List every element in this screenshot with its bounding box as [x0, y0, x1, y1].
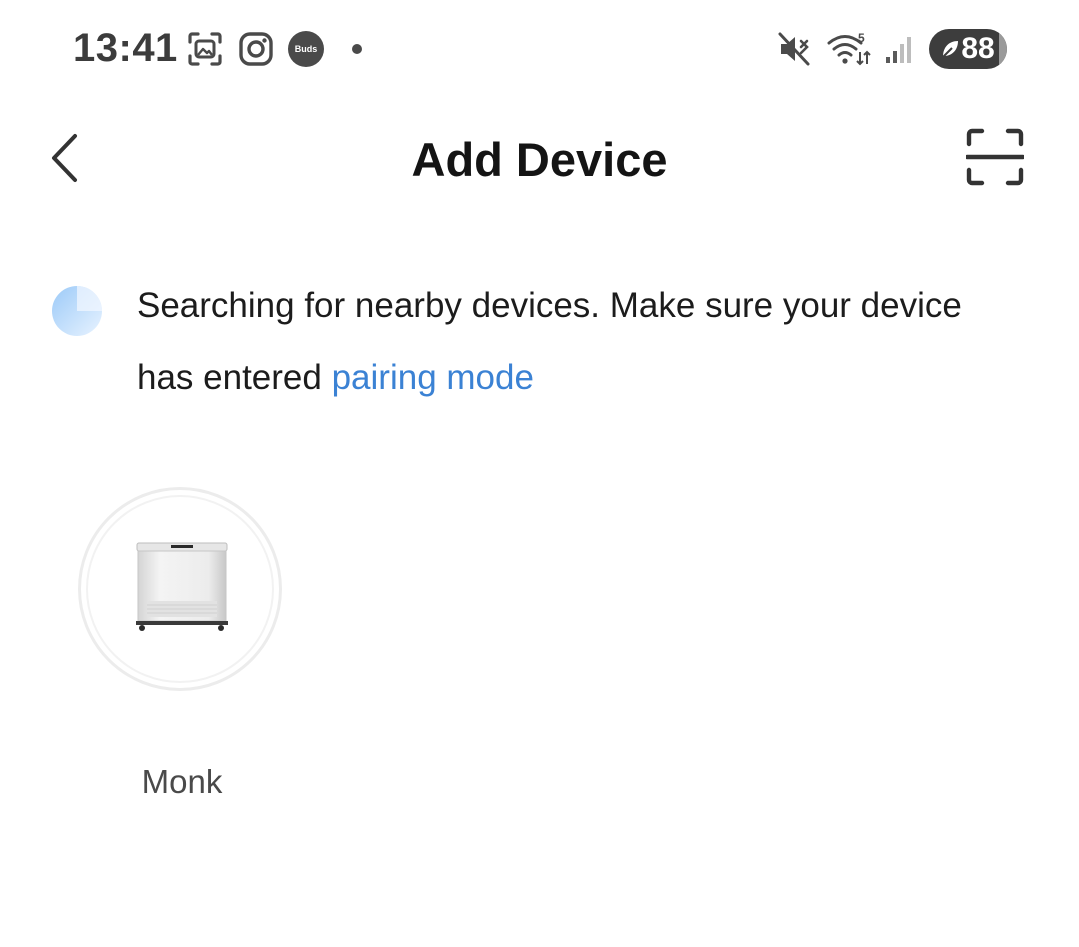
svg-text:5: 5	[858, 31, 865, 45]
signal-icon	[885, 33, 915, 65]
status-time: 13:41	[73, 26, 178, 70]
device-item[interactable]: Monk	[78, 487, 286, 817]
pairing-mode-link[interactable]: pairing mode	[332, 358, 534, 397]
page-title: Add Device	[411, 133, 668, 186]
status-bar: 13:41 Buds 5 88	[0, 0, 1079, 100]
wifi-icon: 5	[827, 30, 871, 68]
search-message: Searching for nearby devices. Make sure …	[137, 270, 1017, 414]
air-purifier-device-image	[135, 541, 229, 635]
battery-indicator: 88	[929, 29, 1007, 69]
mute-icon	[777, 31, 813, 67]
system-icons: 5 88	[777, 28, 1007, 70]
scan-qr-icon	[964, 128, 1026, 191]
instagram-icon	[238, 31, 274, 67]
battery-saver-icon	[941, 39, 959, 59]
scan-button[interactable]	[960, 126, 1030, 192]
search-message-text: Searching for nearby devices. Make sure …	[137, 286, 962, 397]
screenshot-icon	[186, 30, 224, 68]
app-header: Add Device	[0, 110, 1079, 210]
battery-level: 88	[961, 32, 995, 65]
notification-icons: Buds	[186, 30, 362, 68]
more-notifications-dot	[352, 44, 362, 54]
device-name: Monk	[141, 763, 223, 800]
loading-spinner-icon	[52, 286, 102, 336]
buds-icon: Buds	[288, 31, 324, 67]
